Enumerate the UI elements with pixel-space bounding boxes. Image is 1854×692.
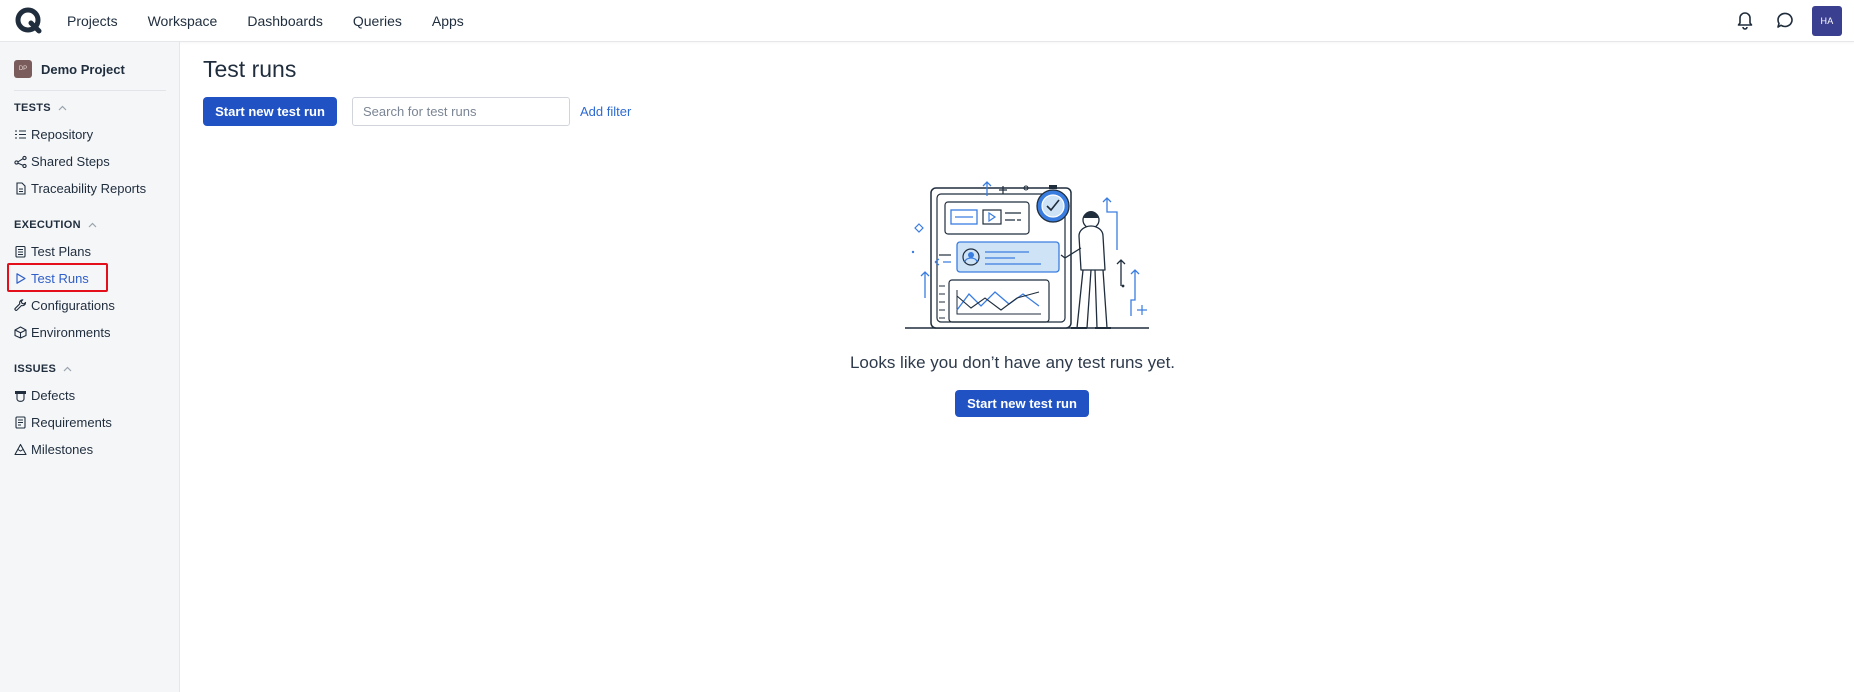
section-execution-title: EXECUTION	[14, 219, 81, 231]
section-tests-title: TESTS	[14, 102, 51, 114]
nav-queries[interactable]: Queries	[338, 13, 417, 29]
section-issues-header[interactable]: ISSUES	[14, 363, 72, 375]
section-tests-header[interactable]: TESTS	[14, 102, 67, 114]
start-new-test-run-button[interactable]: Start new test run	[203, 97, 337, 126]
top-bar: Projects Workspace Dashboards Queries Ap…	[0, 0, 1854, 42]
sidebar-divider	[14, 90, 166, 91]
sidebar-item-label: Traceability Reports	[31, 180, 147, 196]
nav-workspace[interactable]: Workspace	[133, 13, 233, 29]
clipboard-list-icon	[15, 245, 26, 258]
milestone-triangle-icon	[14, 443, 27, 455]
list-icon	[15, 129, 26, 139]
project-name: Demo Project	[41, 61, 125, 77]
sidebar-item-repository[interactable]: Repository	[14, 123, 93, 145]
main-content: Test runs Start new test run Add filter	[181, 42, 1854, 692]
sidebar-item-requirements[interactable]: Requirements	[14, 411, 112, 433]
sidebar-item-environments[interactable]: Environments	[14, 321, 110, 343]
sidebar-item-defects[interactable]: Defects	[14, 384, 75, 406]
search-test-runs-input[interactable]	[352, 97, 570, 126]
requirements-doc-icon	[15, 415, 26, 429]
share-nodes-icon	[14, 155, 27, 168]
sidebar-item-label: Environments	[31, 324, 111, 340]
sidebar-item-label: Shared Steps	[31, 153, 110, 169]
app-logo-icon[interactable]	[14, 6, 42, 34]
sidebar-item-label: Configurations	[31, 297, 115, 313]
sidebar-item-label: Defects	[31, 387, 76, 403]
section-issues-title: ISSUES	[14, 363, 57, 375]
cube-icon	[14, 325, 27, 339]
sidebar-item-label: Requirements	[31, 414, 112, 430]
sidebar: DP Demo Project TESTS Repository Shared …	[0, 42, 180, 692]
section-execution-header[interactable]: EXECUTION	[14, 219, 97, 231]
sidebar-item-traceability-reports[interactable]: Traceability Reports	[14, 177, 146, 199]
document-icon	[16, 181, 26, 195]
chevron-up-icon	[58, 105, 67, 111]
project-switcher[interactable]: DP Demo Project	[14, 60, 125, 78]
chat-icon[interactable]	[1775, 10, 1795, 30]
nav-apps[interactable]: Apps	[417, 13, 479, 29]
test-runs-highlight-box	[7, 263, 108, 292]
chevron-up-icon	[63, 366, 72, 372]
wrench-icon	[14, 298, 27, 311]
sidebar-item-label: Repository	[31, 126, 94, 142]
user-avatar[interactable]: HA	[1812, 6, 1842, 36]
sidebar-item-test-plans[interactable]: Test Plans	[14, 240, 91, 262]
page-title: Test runs	[203, 56, 297, 82]
sidebar-item-label: Milestones	[31, 441, 94, 457]
nav-projects[interactable]: Projects	[52, 13, 133, 29]
empty-state-message: Looks like you don’t have any test runs …	[849, 353, 1176, 372]
bug-icon	[15, 390, 26, 402]
add-filter-link[interactable]: Add filter	[580, 104, 631, 119]
sidebar-item-milestones[interactable]: Milestones	[14, 438, 93, 460]
notifications-bell-icon[interactable]	[1736, 10, 1754, 30]
sidebar-item-shared-steps[interactable]: Shared Steps	[14, 150, 110, 172]
sidebar-item-label: Test Plans	[31, 243, 91, 259]
sidebar-item-configurations[interactable]: Configurations	[14, 294, 115, 316]
main-nav: Projects Workspace Dashboards Queries Ap…	[52, 0, 479, 42]
start-new-test-run-button-empty-state[interactable]: Start new test run	[955, 390, 1089, 417]
project-icon: DP	[14, 60, 32, 78]
empty-state-illustration	[905, 181, 1149, 329]
nav-dashboards[interactable]: Dashboards	[232, 13, 338, 29]
chevron-up-icon	[88, 222, 97, 228]
